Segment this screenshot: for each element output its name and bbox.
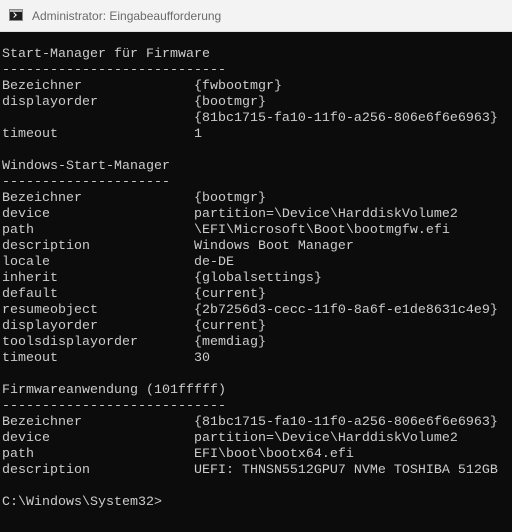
window-title: Administrator: Eingabeaufforderung	[32, 9, 222, 23]
console-line: device partition=\Device\HarddiskVolume2	[2, 431, 458, 446]
console-line: default {current}	[2, 287, 266, 302]
console-line-separator: ----------------------------	[2, 63, 226, 78]
console-line-separator: ---------------------	[2, 175, 170, 190]
console-line: description UEFI: THNSN5512GPU7 NVMe TOS…	[2, 463, 498, 478]
console-line: inherit {globalsettings}	[2, 271, 322, 286]
console-line: {81bc1715-fa10-11f0-a256-806e6f6e6963}	[2, 111, 498, 126]
console-line-separator: ----------------------------	[2, 399, 226, 414]
cmd-prompt-icon[interactable]	[9, 9, 23, 21]
console-line: Bezeichner {bootmgr}	[2, 191, 266, 206]
console-line: path \EFI\Microsoft\Boot\bootmgfw.efi	[2, 223, 450, 238]
command-prompt-window: Administrator: Eingabeaufforderung Start…	[0, 0, 512, 532]
console-line-section-title: Start-Manager für Firmware	[2, 47, 210, 62]
console-line: displayorder {current}	[2, 319, 266, 334]
command-prompt-line[interactable]: C:\Windows\System32>	[2, 495, 162, 511]
console-line-section-title: Windows-Start-Manager	[2, 159, 170, 174]
title-bar[interactable]: Administrator: Eingabeaufforderung	[0, 0, 512, 32]
console-line: locale de-DE	[2, 255, 234, 270]
console-line: path EFI\boot\bootx64.efi	[2, 447, 354, 462]
console-line: Bezeichner {81bc1715-fa10-11f0-a256-806e…	[2, 415, 498, 430]
console-line-section-title: Firmwareanwendung (101fffff)	[2, 383, 226, 398]
console-line: displayorder {bootmgr}	[2, 95, 266, 110]
console-line: resumeobject {2b7256d3-cecc-11f0-8a6f-e1…	[2, 303, 498, 318]
console-line: Bezeichner {fwbootmgr}	[2, 79, 282, 94]
console-line: timeout 1	[2, 127, 202, 142]
console-output[interactable]: Start-Manager für Firmware -------------…	[0, 32, 512, 532]
console-line: timeout 30	[2, 351, 210, 366]
console-line: device partition=\Device\HarddiskVolume2	[2, 207, 458, 222]
console-line: toolsdisplayorder {memdiag}	[2, 335, 266, 350]
console-line: description Windows Boot Manager	[2, 239, 354, 254]
